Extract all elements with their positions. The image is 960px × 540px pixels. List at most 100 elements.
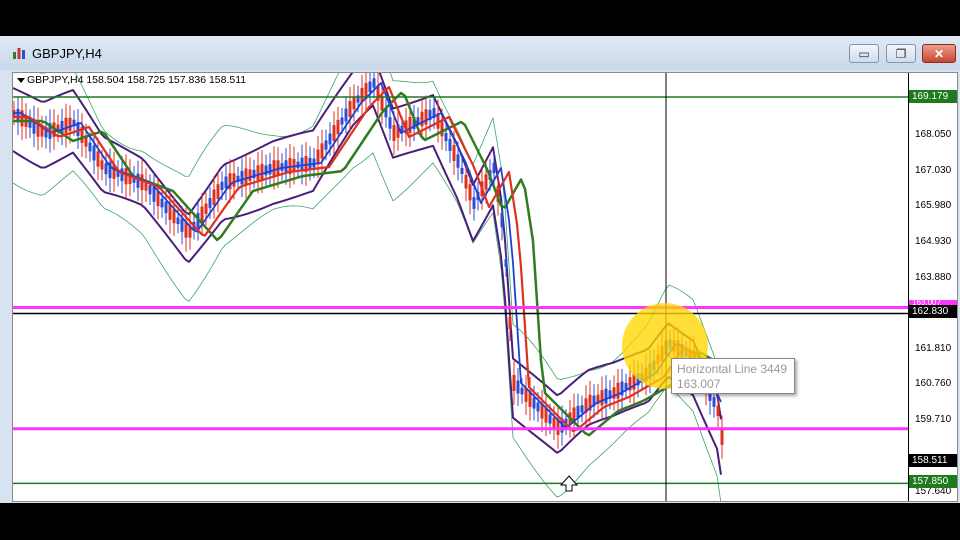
candle-body — [712, 397, 716, 407]
candle-body — [160, 198, 164, 208]
close-button[interactable]: ✕ — [922, 44, 956, 63]
candle-body — [344, 108, 348, 122]
up-arrow-icon — [559, 475, 579, 492]
candle-body — [720, 429, 724, 445]
price-plot[interactable] — [13, 73, 908, 502]
candle-body — [216, 184, 220, 199]
candle-body — [492, 162, 496, 174]
candle-body — [68, 117, 72, 131]
candle-body — [276, 160, 280, 175]
candle-body — [232, 173, 236, 187]
candle-body — [104, 163, 108, 175]
symbol-ohlc-label: GBPJPY,H4 158.504 158.725 157.836 158.51… — [27, 74, 247, 86]
price-tick: 168.050 — [915, 129, 952, 140]
tooltip-object-name: Horizontal Line 3449 — [677, 362, 788, 376]
restore-button[interactable]: ❐ — [886, 44, 916, 63]
candle-body — [316, 149, 320, 165]
moving-average-mid — [13, 85, 723, 433]
candle-body — [248, 169, 252, 182]
candle-body — [516, 380, 520, 394]
candle-body — [452, 145, 456, 161]
candle-body — [60, 120, 64, 134]
candle-body — [92, 145, 96, 161]
candle-body — [504, 259, 508, 267]
close-icon: ✕ — [933, 46, 945, 61]
candle-body — [372, 78, 376, 88]
candle-body — [96, 151, 100, 167]
bollinger-band-inner-upper — [39, 73, 722, 393]
candle-body — [468, 184, 472, 201]
minimize-icon: ▭ — [858, 46, 870, 61]
candle-body — [580, 405, 584, 413]
symbol-menu-icon[interactable] — [17, 78, 25, 83]
candle-body — [328, 133, 332, 145]
candle-body — [124, 168, 128, 185]
candle-body — [520, 387, 524, 395]
candle-body — [392, 125, 396, 141]
candle-body — [484, 174, 488, 190]
candle-body — [716, 405, 720, 417]
candle-body — [368, 81, 372, 93]
candle-body — [200, 206, 204, 223]
price-tick: 165.980 — [915, 200, 952, 211]
candle-body — [340, 117, 344, 125]
candle-body — [408, 117, 412, 133]
candle-body — [268, 164, 272, 175]
candle-body — [348, 101, 352, 117]
window-title: GBPJPY,H4 — [32, 46, 102, 61]
candle-body — [260, 163, 264, 180]
chart-window: GBPJPY,H4 ▭ ❐ ✕ GBPJPY,H4 158.504 158.72… — [0, 36, 960, 503]
candle-body — [264, 165, 268, 176]
candle-body — [120, 168, 124, 182]
minimize-button[interactable]: ▭ — [849, 44, 879, 63]
candle-body — [536, 402, 540, 412]
price-tag-169: 169.179 — [909, 90, 957, 103]
candle-body — [240, 170, 244, 185]
candle-body — [320, 143, 324, 159]
candle-body — [212, 189, 216, 206]
candle-body — [140, 174, 144, 191]
candle-body — [512, 375, 516, 391]
restore-icon: ❐ — [895, 46, 907, 61]
candle-body — [352, 96, 356, 110]
bollinger-band-outer-lower — [13, 104, 722, 475]
price-tick: 160.760 — [915, 378, 952, 389]
candle-body — [256, 165, 260, 181]
price-tick: 164.930 — [915, 236, 952, 247]
candle-body — [532, 397, 536, 409]
candle-body — [324, 140, 328, 150]
candle-body — [456, 154, 460, 168]
price-tick: 167.030 — [915, 165, 952, 176]
candle-body — [464, 174, 468, 189]
object-tooltip: Horizontal Line 3449 163.007 — [671, 358, 795, 394]
chart-area[interactable]: GBPJPY,H4 158.504 158.725 157.836 158.51… — [12, 72, 958, 502]
candle-body — [272, 160, 276, 176]
tooltip-object-value: 163.007 — [677, 377, 721, 391]
candle-body — [136, 173, 140, 188]
candle-body — [600, 390, 604, 406]
candle-body — [552, 417, 556, 429]
candle-body — [508, 316, 512, 330]
candle-body — [64, 117, 68, 134]
bollinger-band-outer-upper — [13, 73, 722, 420]
candle-body — [616, 382, 620, 399]
candle-body — [548, 414, 552, 424]
candle-body — [380, 95, 384, 111]
candle-body — [440, 121, 444, 137]
candle-body — [156, 191, 160, 207]
candle-body — [224, 176, 228, 189]
chart-window-icon — [13, 48, 25, 59]
candle-body — [500, 212, 504, 228]
candle-body — [180, 218, 184, 232]
candle-body — [220, 181, 224, 190]
candle-body — [388, 117, 392, 129]
price-tick: 163.880 — [915, 272, 952, 283]
candle-body — [172, 209, 176, 224]
candle-body — [420, 111, 424, 127]
title-bar[interactable]: GBPJPY,H4 ▭ ❐ ✕ — [0, 36, 960, 70]
price-tag-157: 157.850 — [909, 475, 957, 488]
price-tag-bid: 158.511 — [909, 454, 957, 467]
candle-body — [444, 132, 448, 142]
candle-body — [472, 197, 476, 209]
price-tag-162: 162.830 — [909, 305, 957, 318]
